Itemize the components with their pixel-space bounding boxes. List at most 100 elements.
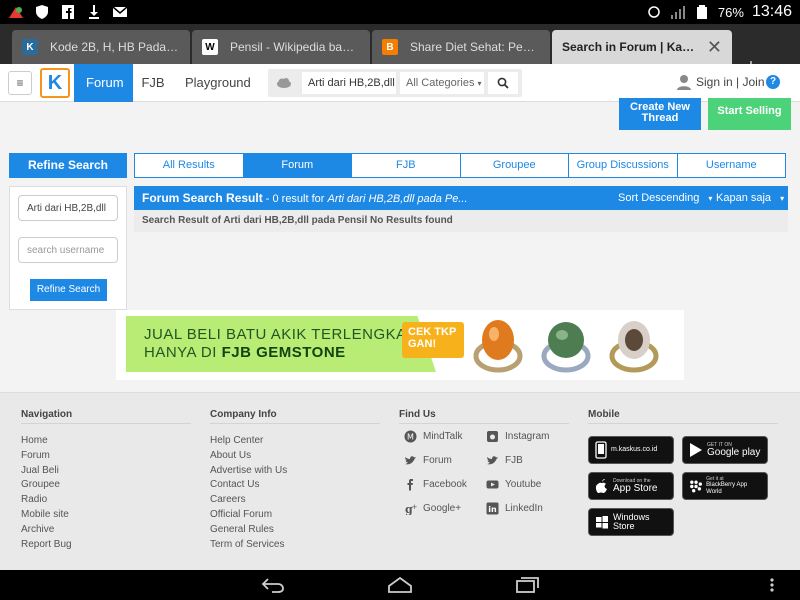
social-youtube[interactable]: Youtube <box>486 478 541 491</box>
search-button[interactable] <box>488 72 518 94</box>
facebook-icon <box>407 479 413 491</box>
ring-green-icon <box>541 322 591 373</box>
tab-username[interactable]: Username <box>677 153 786 178</box>
signin-label: Sign in | Join <box>696 75 765 89</box>
mobile-site-badge[interactable]: m.kaskus.co.id <box>588 436 674 464</box>
time-label: Kapan saja <box>716 192 772 204</box>
footer-link-mobile[interactable]: Mobile site <box>21 508 72 523</box>
footer-link-reportbug[interactable]: Report Bug <box>21 538 72 553</box>
refine-search-button[interactable]: Refine Search <box>30 279 107 301</box>
footer-link-official[interactable]: Official Forum <box>210 508 287 523</box>
tab-fjb[interactable]: FJB <box>352 153 461 178</box>
footer-link-help[interactable]: Help Center <box>210 434 287 449</box>
gemstone-banner[interactable]: JUAL BELI BATU AKIK TERLENGKAP HANYA DI … <box>116 310 684 380</box>
search-input[interactable] <box>302 72 396 94</box>
browser-tab[interactable]: B Share Diet Sehat: Penger... <box>372 30 550 64</box>
tab-title: Share Diet Sehat: Penger... <box>410 40 540 54</box>
user-icon <box>677 75 691 90</box>
overflow-menu-icon[interactable] <box>768 576 776 594</box>
footer-link-groupee[interactable]: Groupee <box>21 478 72 493</box>
banner-line2: HANYA DI FJB GEMSTONE <box>144 344 346 361</box>
badge-label: App Store <box>613 483 658 494</box>
menu-icon[interactable]: ≡ <box>8 71 32 95</box>
browser-tab[interactable]: K Kode 2B, H, HB Pada Pen... <box>12 30 190 64</box>
nav-playground[interactable]: Playground <box>173 64 263 102</box>
nav-fjb[interactable]: FJB <box>133 64 173 102</box>
signin-link[interactable]: Sign in | Join <box>676 74 765 90</box>
footer-link-radio[interactable]: Radio <box>21 493 72 508</box>
status-bar: 76% 13:46 <box>0 0 800 24</box>
category-select[interactable]: All Categories ▾ <box>400 72 484 94</box>
android-nav-bar <box>0 570 800 600</box>
tab-all-results[interactable]: All Results <box>134 153 244 178</box>
battery-percent: 76% <box>717 4 744 20</box>
social-twitter-fjb[interactable]: FJB <box>486 454 523 467</box>
social-twitter-forum[interactable]: Forum <box>404 454 452 467</box>
result-title: Forum Search Result <box>142 191 263 205</box>
recent-apps-icon[interactable] <box>514 576 540 594</box>
mindtalk-icon: M <box>404 430 417 443</box>
badge-label: m.kaskus.co.id <box>611 446 658 453</box>
tab-group-discussions[interactable]: Group Discussions <box>569 153 678 178</box>
footer-link-careers[interactable]: Careers <box>210 493 287 508</box>
tab-forum[interactable]: Forum <box>243 153 352 178</box>
google-play-icon <box>690 443 702 457</box>
tab-groupee[interactable]: Groupee <box>460 153 569 178</box>
sort-select[interactable]: Sort Descending ▾ <box>618 186 712 211</box>
home-icon[interactable] <box>387 576 413 594</box>
footer-findus: Find Us <box>399 409 436 426</box>
username-search-input[interactable] <box>18 237 118 263</box>
clock: 13:46 <box>751 3 792 20</box>
app-store-badge[interactable]: Download on the App Store <box>588 472 674 500</box>
social-googleplus[interactable]: g + Google+ <box>404 502 461 515</box>
footer-link-about[interactable]: About Us <box>210 449 287 464</box>
instagram-icon <box>487 431 498 442</box>
help-icon[interactable]: ? <box>766 75 780 89</box>
app-notification-icon <box>9 7 23 18</box>
site-header: ≡ K Forum FJB Playground All Categories … <box>0 64 800 102</box>
footer-link-rules[interactable]: General Rules <box>210 523 287 538</box>
blackberry-badge[interactable]: Get it at BlackBerry App World <box>682 472 768 500</box>
back-icon[interactable] <box>260 576 286 594</box>
social-label: MindTalk <box>423 431 463 442</box>
ring-orange-icon <box>473 320 523 373</box>
refine-query-input[interactable] <box>18 195 118 221</box>
wikipedia-icon: W <box>202 39 218 55</box>
signal-icon <box>670 6 685 19</box>
banner-cta: CEK TKP GAN! <box>402 322 464 358</box>
close-icon[interactable]: ✕ <box>699 37 722 58</box>
browser-tab-active[interactable]: Search in Forum | Kasku... ✕ <box>552 30 732 64</box>
social-mindtalk[interactable]: M MindTalk <box>404 430 462 443</box>
badge-label: Google play <box>707 447 761 458</box>
blackberry-icon <box>690 480 702 493</box>
start-selling-button[interactable]: Start Selling <box>708 98 791 130</box>
social-label: FJB <box>505 455 523 466</box>
blogger-icon: B <box>382 39 398 55</box>
footer-link-terms[interactable]: Term of Services <box>210 538 287 553</box>
phone-icon <box>595 441 607 459</box>
create-thread-button[interactable]: Create New Thread <box>619 98 701 130</box>
linkedin-icon: in <box>486 502 499 515</box>
google-play-badge[interactable]: GET IT ON Google play <box>682 436 768 464</box>
social-linkedin[interactable]: in LinkedIn <box>486 502 543 515</box>
social-instagram[interactable]: Instagram <box>486 430 549 443</box>
download-icon <box>89 5 99 19</box>
nav-forum[interactable]: Forum <box>74 64 133 102</box>
site-footer: Navigation Home Forum Jual Beli Groupee … <box>0 392 800 570</box>
social-facebook[interactable]: Facebook <box>404 478 467 491</box>
footer-link-advertise[interactable]: Advertise with Us <box>210 464 287 479</box>
time-select[interactable]: Kapan saja ▾ <box>716 186 784 211</box>
svg-text:+: + <box>412 503 418 511</box>
footer-link-home[interactable]: Home <box>21 434 72 449</box>
footer-link-forum[interactable]: Forum <box>21 449 72 464</box>
footer-link-archive[interactable]: Archive <box>21 523 72 538</box>
windows-store-badge[interactable]: Windows Store <box>588 508 674 536</box>
browser-tab[interactable]: W Pensil - Wikipedia bahas... <box>192 30 370 64</box>
footer-link-jualbeli[interactable]: Jual Beli <box>21 464 72 479</box>
windows-icon <box>596 516 608 529</box>
ring-clear-icon <box>609 321 659 373</box>
footer-link-contact[interactable]: Contact Us <box>210 478 287 493</box>
sync-icon <box>648 6 660 18</box>
kaskus-logo[interactable]: K <box>40 68 70 98</box>
banner-line1: JUAL BELI BATU AKIK TERLENGKAP <box>144 326 418 343</box>
